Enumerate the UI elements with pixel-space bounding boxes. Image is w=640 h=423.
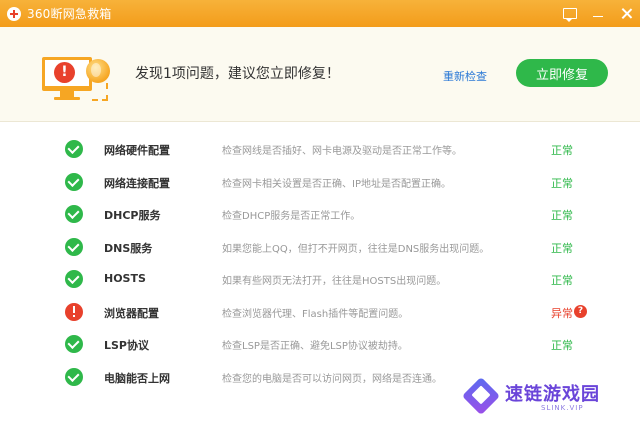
check-name: DNS服务 <box>104 241 153 255</box>
check-name: 网络硬件配置 <box>104 144 170 157</box>
watermark-logo-icon <box>461 376 501 416</box>
title-bar: 360断网急救箱 <box>0 0 640 27</box>
check-description: 如果有些网页无法打开，往往是HOSTS出现问题。 <box>222 276 447 287</box>
check-name: 浏览器配置 <box>104 306 159 320</box>
warning-icon <box>65 302 83 321</box>
check-description: 检查网线是否插好、网卡电源及驱动是否正常工作等。 <box>222 146 462 157</box>
check-row: HOSTS 如果有些网页无法打开，往往是HOSTS出现问题。 正常 <box>0 268 640 292</box>
result-header: ! 发现1项问题，建议您立即修复！ 重新检查 立即修复 <box>0 27 640 122</box>
check-row: DNS服务 如果您能上QQ，但打不开网页，往往是DNS服务出现问题。 正常 <box>0 236 640 260</box>
check-status: 正常 <box>551 241 573 255</box>
check-ok-icon <box>65 367 83 386</box>
check-description: 检查您的电脑是否可以访问网页，网络是否连通。 <box>222 373 442 385</box>
check-status: 正常 <box>551 209 573 222</box>
check-ok-icon <box>65 270 83 288</box>
check-row: 网络连接配置 检查网卡相关设置是否正确、IP地址是否配置正确。 正常 <box>0 171 640 195</box>
check-row: 网络硬件配置 检查网线是否插好、网卡电源及驱动是否正常工作等。 正常 <box>0 138 640 162</box>
check-description: 检查LSP是否正确、避免LSP协议被劫持。 <box>222 341 408 352</box>
minimize-button[interactable] <box>584 0 612 27</box>
app-logo-icon <box>7 6 21 21</box>
check-description: 如果您能上QQ，但打不开网页，往往是DNS服务出现问题。 <box>222 243 490 255</box>
alert-icon: ! <box>54 62 75 83</box>
watermark: 速链游戏园 SLINK.VIP <box>461 376 618 416</box>
check-description: 检查网卡相关设置是否正确、IP地址是否配置正确。 <box>222 178 451 190</box>
check-name: 网络连接配置 <box>104 176 170 190</box>
watermark-name: 速链游戏园 <box>505 384 600 405</box>
check-status: 正常 <box>551 274 573 287</box>
help-icon[interactable]: ? <box>574 304 587 318</box>
check-row: 浏览器配置 检查浏览器代理、Flash插件等配置问题。 异常? <box>0 301 640 325</box>
check-status: 正常 <box>551 339 573 352</box>
minimize-icon <box>593 15 603 18</box>
check-description: 检查浏览器代理、Flash插件等配置问题。 <box>222 308 409 320</box>
window-title: 360断网急救箱 <box>27 7 112 21</box>
watermark-domain: SLINK.VIP <box>541 404 584 412</box>
check-name: DHCP服务 <box>104 209 161 222</box>
close-icon <box>621 8 632 19</box>
check-ok-icon <box>65 237 83 256</box>
check-ok-icon <box>65 335 83 353</box>
check-row: DHCP服务 检查DHCP服务是否正常工作。 正常 <box>0 203 640 227</box>
check-ok-icon <box>65 140 83 158</box>
window-controls <box>556 0 640 27</box>
recheck-link[interactable]: 重新检查 <box>443 68 487 84</box>
check-name: HOSTS <box>104 272 146 285</box>
check-status: 异常 <box>551 306 573 320</box>
check-ok-icon <box>65 205 83 223</box>
check-row: LSP协议 检查LSP是否正确、避免LSP协议被劫持。 正常 <box>0 333 640 357</box>
close-button[interactable] <box>612 0 640 27</box>
check-ok-icon <box>65 172 83 191</box>
check-status: 正常 <box>551 144 573 157</box>
check-status: 正常 <box>551 176 573 190</box>
message-icon <box>563 8 577 22</box>
network-cable-icon <box>92 83 108 101</box>
check-description: 检查DHCP服务是否正常工作。 <box>222 211 361 222</box>
result-message: 发现1项问题，建议您立即修复！ <box>135 66 340 82</box>
fix-now-button[interactable]: 立即修复 <box>516 59 608 87</box>
check-name: LSP协议 <box>104 339 149 352</box>
globe-icon <box>86 59 110 83</box>
feedback-button[interactable] <box>556 0 584 27</box>
check-name: 电脑能否上网 <box>104 371 170 385</box>
